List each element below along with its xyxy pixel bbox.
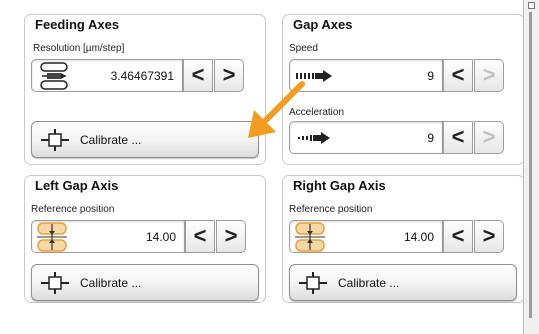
left-reference-decrement-button[interactable]: <	[185, 220, 215, 253]
gap-axes-title: Gap Axes	[293, 17, 353, 32]
speed-field[interactable]: 9	[289, 59, 443, 92]
window-edge-handle	[528, 2, 535, 9]
left-gap-axis-title: Left Gap Axis	[35, 178, 119, 193]
speed-value: 9	[427, 69, 434, 83]
highlight-arrow-icon	[248, 81, 305, 138]
right-gap-axis-title: Right Gap Axis	[293, 178, 386, 193]
resolution-value: 3.46467391	[110, 69, 174, 83]
acceleration-field[interactable]: 9	[289, 121, 443, 154]
feeding-axes-panel: Feeding Axes Resolution [µm/step] 3.4646…	[24, 14, 266, 165]
acceleration-value: 9	[427, 131, 434, 145]
feeding-calibrate-label: Calibrate ...	[80, 133, 142, 147]
feeding-calibrate-button[interactable]: Calibrate ...	[31, 121, 259, 158]
resolution-decrement-button[interactable]: <	[183, 59, 213, 92]
calibrate-crosshair-icon	[41, 129, 69, 151]
left-reference-field[interactable]: 14.00	[31, 220, 185, 253]
window-edge-bar	[529, 12, 532, 318]
right-reference-decrement-button[interactable]: <	[443, 220, 473, 253]
app-window: Feeding Axes Resolution [µm/step] 3.4646…	[0, 0, 539, 334]
left-gap-axis-panel: Left Gap Axis Reference position 14.00 <…	[24, 175, 266, 303]
right-gap-axis-panel: Right Gap Axis Reference position 14.00 …	[282, 175, 525, 303]
acceleration-decrement-button[interactable]: <	[443, 121, 473, 154]
left-reference-label: Reference position	[31, 204, 115, 215]
calibrate-crosshair-icon	[299, 272, 327, 294]
right-reference-label: Reference position	[289, 204, 373, 215]
left-calibrate-label: Calibrate ...	[80, 276, 142, 290]
resolution-increment-button[interactable]: >	[214, 59, 244, 92]
acceleration-increment-button[interactable]: >	[474, 121, 504, 154]
resolution-label: Resolution [µm/step]	[33, 43, 125, 54]
speed-label: Speed	[289, 43, 318, 54]
right-calibrate-label: Calibrate ...	[338, 276, 400, 290]
left-reference-value: 14.00	[145, 230, 176, 244]
left-calibrate-button[interactable]: Calibrate ...	[31, 264, 259, 301]
resolution-field[interactable]: 3.46467391	[31, 59, 183, 92]
gap-reference-icon	[295, 222, 325, 252]
window-edge	[523, 0, 539, 334]
rollers-icon	[40, 62, 68, 90]
feeding-axes-title: Feeding Axes	[35, 17, 120, 32]
gap-reference-icon	[37, 222, 67, 252]
left-reference-increment-button[interactable]: >	[216, 220, 246, 253]
right-reference-field[interactable]: 14.00	[289, 220, 443, 253]
speed-increment-button[interactable]: >	[474, 59, 504, 92]
speed-decrement-button[interactable]: <	[443, 59, 473, 92]
right-calibrate-button[interactable]: Calibrate ...	[289, 264, 517, 301]
gap-axes-panel: Gap Axes Speed 9 < > Acceleration 9 < >	[282, 14, 525, 165]
right-reference-increment-button[interactable]: >	[474, 220, 504, 253]
right-reference-value: 14.00	[403, 230, 434, 244]
calibrate-crosshair-icon	[41, 272, 69, 294]
